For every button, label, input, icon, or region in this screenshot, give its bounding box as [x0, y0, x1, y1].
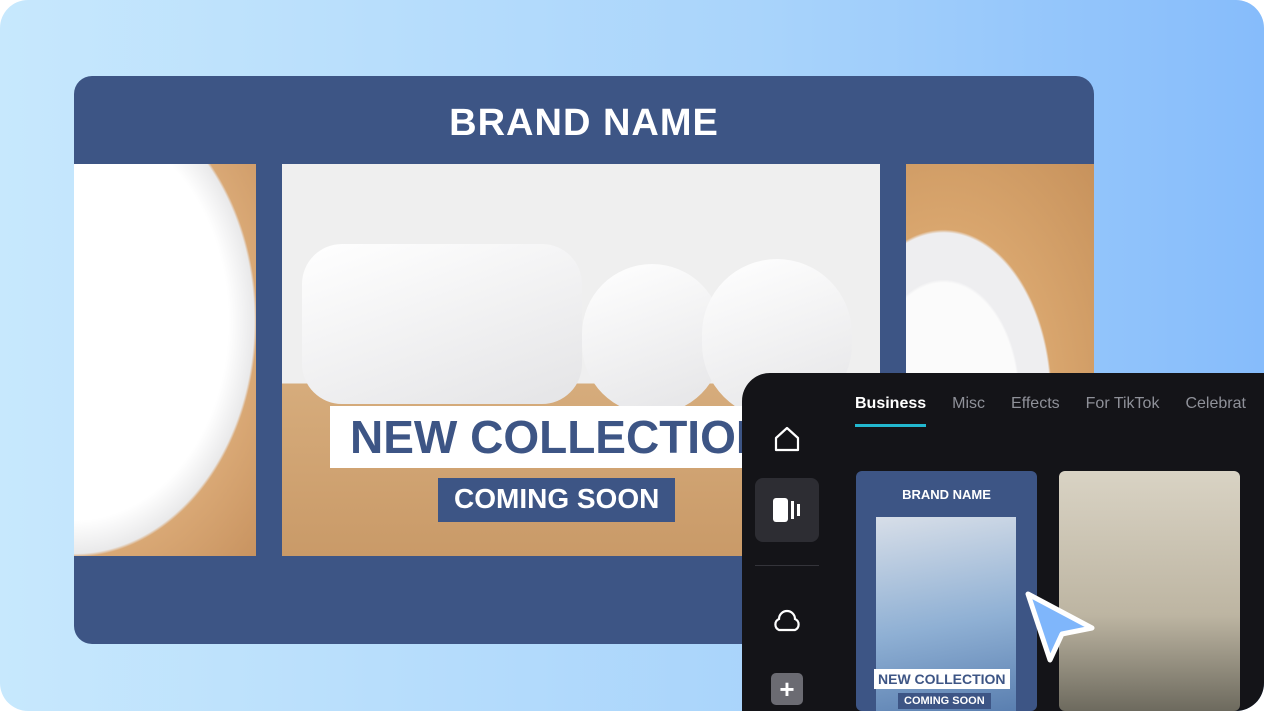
templates-icon[interactable] [755, 478, 819, 542]
tab-celebrations[interactable]: Celebrat [1185, 395, 1245, 427]
template-browser-panel: Business Misc Effects For TikTok Celebra… [742, 373, 1264, 711]
tab-for-tiktok[interactable]: For TikTok [1086, 395, 1160, 427]
template-headline: NEW COLLECTION [874, 669, 1010, 689]
photo-left [74, 164, 256, 556]
tab-effects[interactable]: Effects [1011, 395, 1060, 427]
template-card-brand[interactable]: BRAND NAME NEW COLLECTION COMING SOON [856, 471, 1037, 711]
tab-misc[interactable]: Misc [952, 395, 985, 427]
category-tabs: Business Misc Effects For TikTok Celebra… [855, 395, 1246, 427]
cloud-icon[interactable] [755, 603, 819, 637]
template-subline: COMING SOON [898, 693, 991, 709]
subline: COMING SOON [438, 478, 676, 522]
tab-business[interactable]: Business [855, 395, 927, 427]
sidebar-divider [755, 565, 819, 566]
home-icon[interactable] [755, 421, 819, 457]
cursor-pointer-icon [1025, 591, 1095, 663]
brand-name: BRAND NAME [449, 102, 719, 144]
template-brand-name: BRAND NAME [902, 487, 991, 502]
headline: NEW COLLECTION [330, 406, 790, 468]
background: BRAND NAME NEW COLLECTION COMING SOON Bu… [0, 0, 1264, 711]
plus-icon[interactable]: + [771, 673, 803, 705]
